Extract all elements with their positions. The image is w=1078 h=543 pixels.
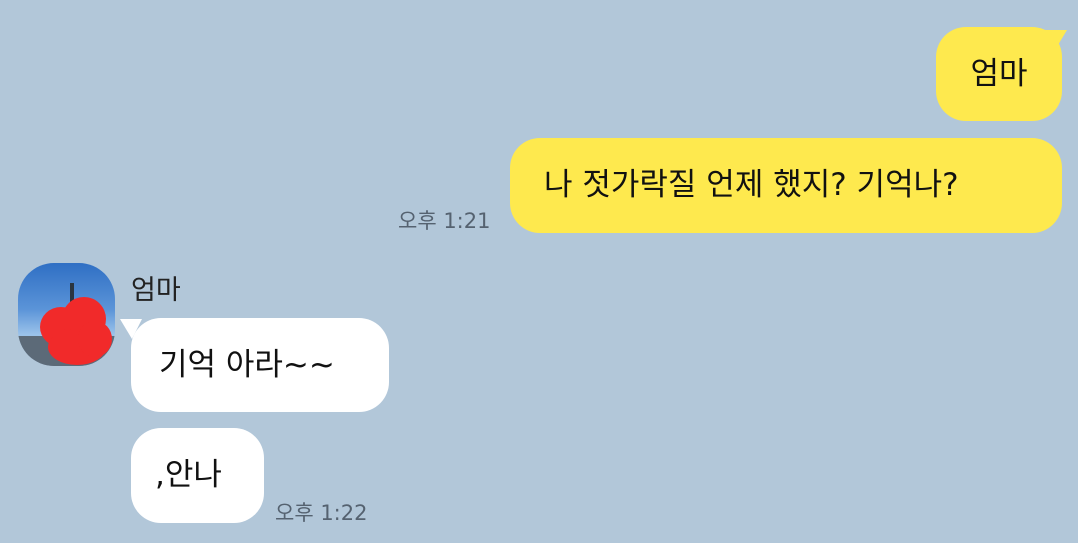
avatar-redaction-mark <box>78 321 112 357</box>
message-text: 엄마 <box>970 55 1028 92</box>
contact-avatar[interactable] <box>18 263 115 366</box>
chat-area: 엄마 나 젓가락질 언제 했지? 기억나? 오후 1:21 엄마 기억 아라~~… <box>0 0 1078 543</box>
incoming-message[interactable]: 기억 아라~~ <box>131 318 389 412</box>
contact-name: 엄마 <box>131 275 181 306</box>
message-text: 나 젓가락질 언제 했지? 기억나? <box>544 167 959 203</box>
outgoing-message[interactable]: 나 젓가락질 언제 했지? 기억나? <box>510 138 1062 233</box>
incoming-message[interactable]: ,안나 <box>131 428 264 523</box>
outgoing-message[interactable]: 엄마 <box>936 27 1062 121</box>
message-timestamp: 오후 1:21 <box>398 209 491 233</box>
message-text: ,안나 <box>155 457 222 493</box>
message-text: 기억 아라~~ <box>159 346 335 383</box>
message-timestamp: 오후 1:22 <box>275 501 368 525</box>
